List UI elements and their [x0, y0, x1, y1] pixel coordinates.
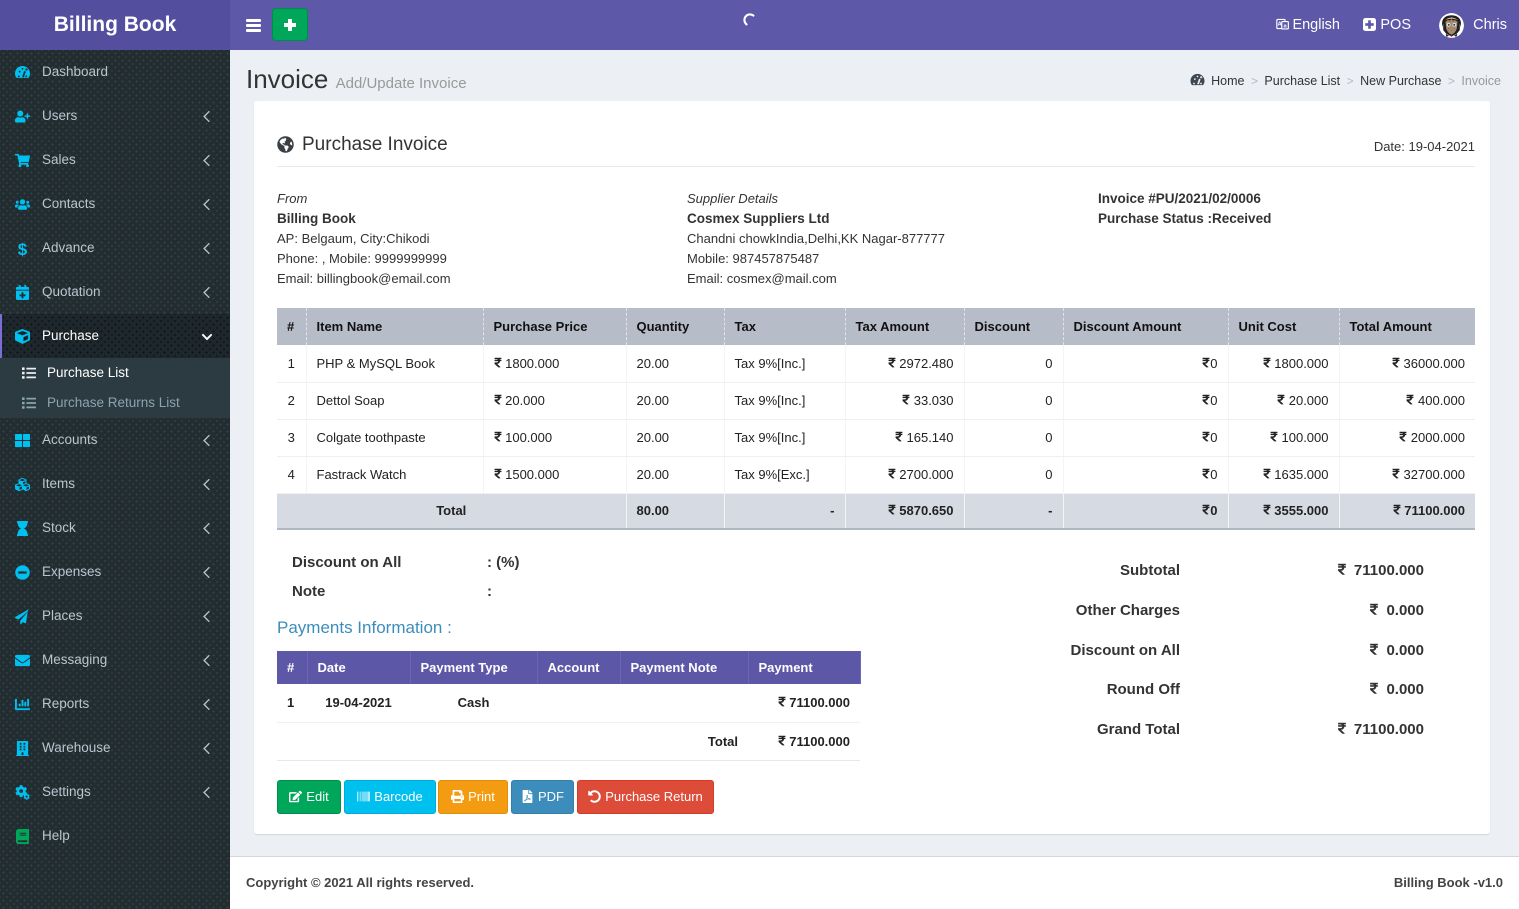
svg-text:A: A: [1278, 22, 1282, 28]
